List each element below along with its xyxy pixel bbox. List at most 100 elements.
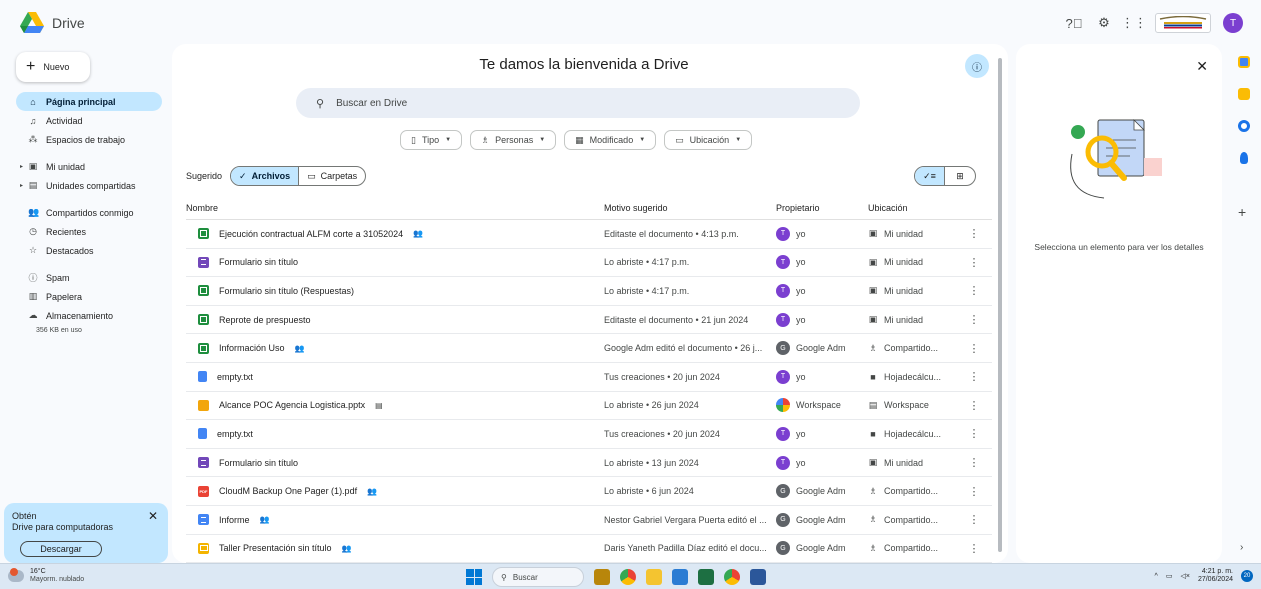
sidebar-item-recent[interactable]: ◷ Recientes [16,222,162,241]
chrome-profile-icon[interactable] [724,569,740,585]
sidebar-item-workspaces[interactable]: ⁂ Espacios de trabajo [16,130,162,149]
chrome-app-icon[interactable] [620,569,636,585]
location-cell[interactable]: ▣ Mi unidad [868,257,964,268]
chevron-right-icon[interactable]: › [1240,542,1243,553]
apps-grid-icon[interactable]: ⋮⋮ [1121,14,1147,32]
location-cell[interactable]: ♗ Compartido... [868,486,964,497]
tasks-app-icon[interactable] [1238,120,1250,132]
settings-gear-icon[interactable]: ⚙ [1095,14,1113,32]
new-button[interactable]: + Nuevo [16,52,90,82]
info-button[interactable]: ⓘ [965,54,989,78]
details-empty-message: Selecciona un elemento para ver los deta… [1034,242,1204,252]
more-options-icon[interactable]: ⋮ [964,227,984,240]
location-cell[interactable]: ♗ Compartido... [868,514,964,525]
file-explorer-icon[interactable] [646,569,662,585]
sidebar-item-spam[interactable]: ⓘ Spam [16,268,162,287]
taskbar-search[interactable]: ⚲ Buscar [492,567,584,587]
location-cell[interactable]: ■ Hojadecálcu... [868,429,964,439]
sidebar-item-my-drive[interactable]: ▸ ▣ Mi unidad [16,157,162,176]
outlook-app-icon[interactable] [672,569,688,585]
filter-type[interactable]: ▯ Tipo ▼ [400,130,463,150]
sidebar-item-home[interactable]: ⌂ Página principal [16,92,162,111]
more-options-icon[interactable]: ⋮ [964,370,984,383]
sidebar-item-activity[interactable]: ♫ Actividad [16,111,162,130]
sidebar-item-shared-drives[interactable]: ▸ ▤ Unidades compartidas [16,176,162,195]
table-row[interactable]: Formulario sin título (Respuestas) Lo abr… [186,277,992,306]
expand-caret-icon[interactable]: ▸ [20,163,23,170]
sidebar-item-trash[interactable]: ▥ Papelera [16,287,162,306]
table-row[interactable]: PDF CloudM Backup One Pager (1).pdf 👥 Lo ab… [186,477,992,506]
more-options-icon[interactable]: ⋮ [964,485,984,498]
briefcase-app-icon[interactable] [594,569,610,585]
more-options-icon[interactable]: ⋮ [964,513,984,526]
location-cell[interactable]: ♗ Compartido... [868,343,964,354]
grid-view-button[interactable]: ⊞ [945,167,975,185]
location-cell[interactable]: ▤ Workspace [868,400,964,411]
filter-people[interactable]: ♗ Personas ▼ [470,130,557,150]
more-options-icon[interactable]: ⋮ [964,456,984,469]
help-icon[interactable]: ?⃝ [1065,14,1083,32]
location-cell[interactable]: ♗ Compartido... [868,543,964,554]
sidebar-item-storage[interactable]: ☁ Almacenamiento [16,306,162,325]
more-options-icon[interactable]: ⋮ [964,399,984,412]
table-row[interactable]: Información Uso 👥 Google Adm editó el docu… [186,334,992,363]
filter-modified[interactable]: ▦ Modificado ▼ [564,130,657,150]
sheet-file-icon [198,285,209,297]
more-options-icon[interactable]: ⋮ [964,342,984,355]
keep-app-icon[interactable] [1238,88,1250,100]
word-app-icon[interactable] [750,569,766,585]
table-row[interactable]: empty.txt Tus creaciones • 20 jun 2024 Tyo… [186,363,992,392]
table-row[interactable]: Reprote de prespuesto Editaste el documen… [186,306,992,335]
toggle-files[interactable]: ✓ Archivos [231,167,300,185]
more-options-icon[interactable]: ⋮ [964,542,984,555]
organization-logo[interactable] [1155,13,1211,33]
table-row[interactable]: Taller Presentación sin título 👥 Daris Yan… [186,535,992,564]
close-icon[interactable]: ✕ [1196,58,1208,75]
windows-start-icon[interactable] [466,569,482,585]
owner-name: Google Adm [796,514,846,525]
location-cell[interactable]: ▣ Mi unidad [868,228,964,239]
notification-badge[interactable]: 20 [1241,570,1253,582]
location-cell[interactable]: ■ Hojadecálcu... [868,372,964,382]
drive-logo[interactable]: Drive [20,12,85,34]
sidebar-item-shared-with-me[interactable]: 👥 Compartidos conmigo [16,203,162,222]
network-icon[interactable]: ▭ [1166,572,1173,580]
table-row[interactable]: Formulario sin título Lo abriste • 13 jun… [186,449,992,478]
search-input[interactable] [336,97,737,109]
table-row[interactable]: Informe 👥 Nestor Gabriel Vergara Puerta ed… [186,506,992,535]
column-header-name[interactable]: Nombre [186,203,604,213]
system-clock[interactable]: 4:21 p. m. 27/06/2024 [1198,568,1233,584]
table-row[interactable]: Ejecución contractual ALFM corte a 31052… [186,220,992,249]
more-options-icon[interactable]: ⋮ [964,284,984,297]
location-cell[interactable]: ▣ Mi unidad [868,314,964,325]
location-cell[interactable]: ▣ Mi unidad [868,457,964,468]
calendar-app-icon[interactable] [1238,56,1250,68]
search-icon[interactable]: ⚲ [316,97,324,110]
excel-app-icon[interactable] [698,569,714,585]
filter-location[interactable]: ▭ Ubicación ▼ [664,130,753,150]
weather-widget[interactable]: 16°C Mayorm. nublado [8,568,84,584]
add-addon-icon[interactable]: + [1238,204,1246,220]
more-options-icon[interactable]: ⋮ [964,256,984,269]
scrollbar[interactable] [998,58,1002,552]
volume-icon[interactable]: ◁× [1180,572,1189,580]
close-icon[interactable]: ✕ [148,509,158,523]
expand-caret-icon[interactable]: ▸ [20,182,23,189]
table-row[interactable]: Alcance POC Agencia Logistica.pptx ▤ Lo ab… [186,392,992,421]
sidebar-item-starred[interactable]: ☆ Destacados [16,241,162,260]
list-view-button[interactable]: ✓≡ [915,167,945,185]
toggle-folders[interactable]: ▭ Carpetas [299,167,365,185]
chevron-up-icon[interactable]: ^ [1155,573,1158,580]
download-button[interactable]: Descargar [20,541,102,557]
owner-avatar: T [776,255,790,270]
search-bar[interactable]: ⚲ [296,88,860,118]
location-cell[interactable]: ▣ Mi unidad [868,285,964,296]
more-options-icon[interactable]: ⋮ [964,313,984,326]
table-row[interactable]: empty.txt Tus creaciones • 20 jun 2024 Tyo… [186,420,992,449]
workspace-icon: ▤ [868,399,878,410]
more-options-icon[interactable]: ⋮ [964,427,984,440]
table-row[interactable]: Formulario sin título Lo abriste • 4:17 p… [186,249,992,278]
my-drive-icon: ▣ [868,228,878,239]
account-avatar[interactable]: T [1223,13,1243,33]
contacts-app-icon[interactable] [1240,152,1248,164]
